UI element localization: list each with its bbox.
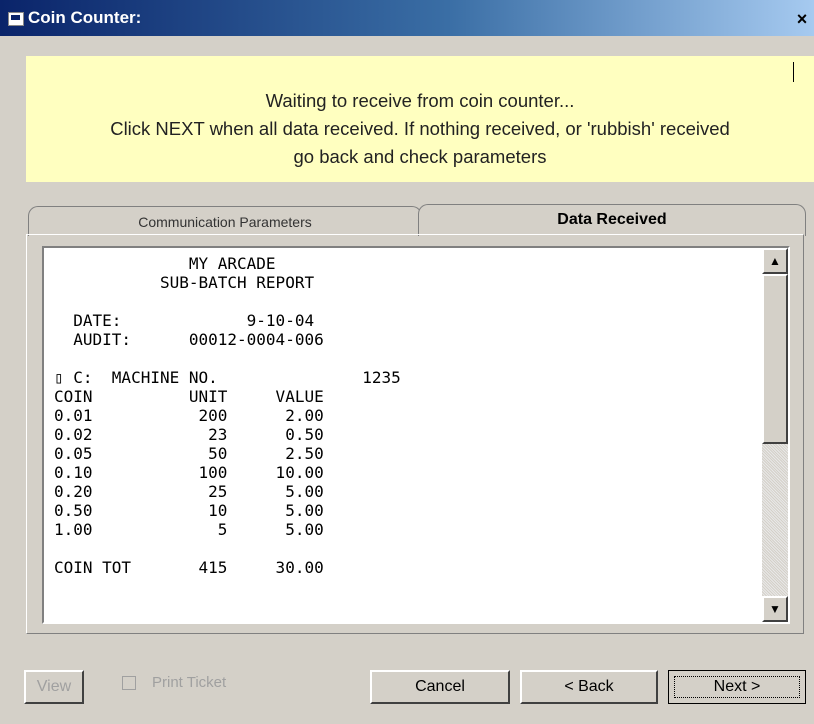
- text-cursor: [793, 62, 794, 82]
- status-banner: Waiting to receive from coin counter... …: [26, 56, 814, 182]
- report-line: DATE: 9-10-04: [54, 311, 315, 330]
- view-button[interactable]: View: [24, 670, 84, 704]
- report-line: 0.50 10 5.00: [54, 501, 324, 520]
- cancel-button[interactable]: Cancel: [370, 670, 510, 704]
- next-button[interactable]: Next >: [668, 670, 806, 704]
- report-line: SUB-BATCH REPORT: [54, 273, 315, 292]
- report-line: [54, 292, 401, 311]
- scroll-up-button[interactable]: ▲: [762, 248, 788, 274]
- report-line: COIN TOT 415 30.00: [54, 558, 324, 577]
- vertical-scrollbar[interactable]: ▲ ▼: [762, 248, 788, 622]
- tab-communication-parameters[interactable]: Communication Parameters: [28, 206, 422, 236]
- report-line: 0.02 23 0.50: [54, 425, 324, 444]
- tab-data-received[interactable]: Data Received: [418, 204, 806, 236]
- report-line: 1.00 5 5.00: [54, 520, 324, 539]
- report-line: MY ARCADE: [54, 254, 276, 273]
- report-text: MY ARCADE SUB-BATCH REPORT DATE: 9-10-04…: [54, 254, 401, 577]
- report-line: ▯ C: MACHINE NO. 1235: [54, 368, 401, 387]
- report-line: [54, 539, 401, 558]
- banner-line-1: Waiting to receive from coin counter...: [265, 90, 575, 111]
- report-line: AUDIT: 00012-0004-006: [54, 330, 324, 349]
- banner-line-2: Click NEXT when all data received. If no…: [110, 118, 730, 139]
- report-line: [54, 349, 401, 368]
- scroll-thumb[interactable]: [762, 274, 788, 444]
- banner-line-3: go back and check parameters: [293, 146, 547, 167]
- next-button-label: Next >: [674, 676, 800, 698]
- scroll-down-button[interactable]: ▼: [762, 596, 788, 622]
- print-ticket-checkbox[interactable]: [122, 676, 136, 690]
- report-line: 0.05 50 2.50: [54, 444, 324, 463]
- report-line: 0.20 25 5.00: [54, 482, 324, 501]
- report-textbox[interactable]: MY ARCADE SUB-BATCH REPORT DATE: 9-10-04…: [42, 246, 790, 624]
- print-ticket-label: Print Ticket: [152, 674, 227, 691]
- back-button[interactable]: < Back: [520, 670, 658, 704]
- report-line: 0.10 100 10.00: [54, 463, 324, 482]
- report-line: COIN UNIT VALUE: [54, 387, 324, 406]
- app-icon: [8, 12, 24, 26]
- title-bar: Coin Counter:: [0, 0, 814, 36]
- report-line: 0.01 200 2.00: [54, 406, 324, 425]
- close-button[interactable]: ×: [792, 10, 812, 28]
- window-title: Coin Counter:: [28, 8, 142, 27]
